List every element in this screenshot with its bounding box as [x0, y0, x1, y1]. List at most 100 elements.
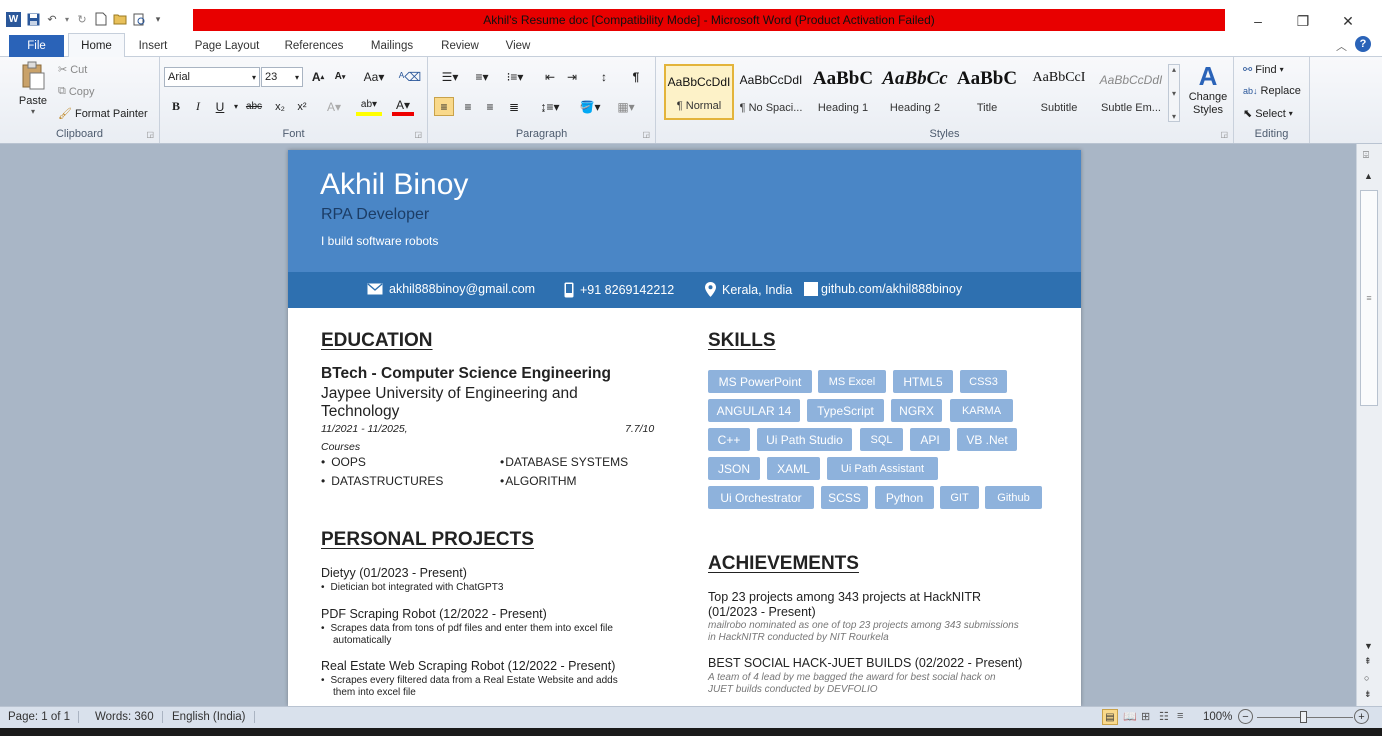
format-painter-button[interactable]: 🖌 Format Painter	[58, 107, 148, 121]
decrease-indent-icon[interactable]: ⇤	[540, 67, 560, 86]
underline-dropdown-icon[interactable]: ▾	[226, 97, 246, 116]
find-button[interactable]: ⚯ Find ▾	[1243, 63, 1284, 77]
sort-icon[interactable]: ↕	[594, 67, 614, 86]
styles-dialog-launcher-icon[interactable]: ◲	[1220, 130, 1228, 139]
style-no-spacing[interactable]: AaBbCcDdI ¶ No Spaci...	[736, 64, 806, 120]
font-name-select[interactable]: Arial ▾	[164, 67, 260, 87]
scroll-up-icon[interactable]: ▲	[1364, 171, 1373, 181]
page-count[interactable]: Page: 1 of 1	[8, 711, 80, 723]
outline-view-icon[interactable]: ☷	[1159, 710, 1169, 723]
draft-view-icon[interactable]: ≡	[1177, 710, 1183, 722]
tab-mailings[interactable]: Mailings	[362, 35, 422, 57]
superscript-button[interactable]: x²	[292, 97, 312, 116]
cut-button[interactable]: ✂ Cut	[58, 63, 87, 77]
select-button[interactable]: ⬉ Select ▾	[1243, 107, 1293, 121]
font-dialog-launcher-icon[interactable]: ◲	[414, 130, 422, 139]
font-color-icon[interactable]: A▾	[392, 97, 414, 116]
change-styles-button[interactable]: A Change Styles	[1184, 61, 1232, 125]
clear-formatting-icon[interactable]: ᴬ⌫	[399, 67, 421, 86]
help-icon[interactable]: ?	[1355, 36, 1371, 52]
web-layout-view-icon[interactable]: ⊞	[1141, 710, 1150, 723]
envelope-icon	[367, 283, 383, 295]
subscript-button[interactable]: x₂	[270, 97, 290, 116]
contact-email[interactable]: akhil888binoy@gmail.com	[367, 282, 535, 296]
project-bullet: • Dietician bot integrated with ChatGPT3	[321, 582, 504, 593]
minimize-button[interactable]: –	[1238, 12, 1278, 30]
line-spacing-icon[interactable]: ↨≡▾	[536, 97, 564, 116]
contact-github[interactable]: github.com/akhil888binoy	[804, 282, 962, 296]
align-center-icon[interactable]: ≡	[458, 97, 478, 116]
scroll-down-icon[interactable]: ▼	[1364, 641, 1373, 651]
paragraph-dialog-launcher-icon[interactable]: ◲	[642, 130, 650, 139]
zoom-slider-thumb[interactable]	[1300, 711, 1307, 723]
dialog-launcher-icon[interactable]: ◲	[146, 130, 154, 139]
word-app-icon[interactable]: W	[6, 11, 21, 27]
scroll-thumb[interactable]: ≡	[1360, 190, 1378, 406]
style-subtle-emphasis[interactable]: AaBbCcDdI Subtle Em...	[1096, 64, 1166, 120]
text-effects-icon[interactable]: A▾	[324, 97, 344, 116]
shrink-font-icon[interactable]: A ▾	[330, 67, 350, 86]
print-layout-view-icon[interactable]: ▤	[1102, 709, 1118, 725]
minimize-ribbon-icon[interactable]: ︿	[1336, 38, 1347, 54]
bullets-icon[interactable]: ☰▾	[436, 67, 464, 86]
ruler-toggle-icon[interactable]: ⌹	[1363, 150, 1369, 161]
save-icon[interactable]	[26, 12, 40, 26]
maximize-button[interactable]: ❐	[1283, 12, 1323, 30]
school-line2: Technology	[321, 403, 400, 420]
achievement-desc-cont: JUET builds conducted by DEVFOLIO	[708, 684, 878, 695]
replace-button[interactable]: ab↓ Replace	[1243, 85, 1301, 97]
style-heading-1[interactable]: AaBbC Heading 1	[808, 64, 878, 120]
style-subtitle[interactable]: AaBbCcI Subtitle	[1024, 64, 1094, 120]
word-count[interactable]: Words: 360	[95, 711, 163, 723]
grow-font-icon[interactable]: A ▴	[308, 67, 328, 86]
style-normal[interactable]: AaBbCcDdI ¶ Normal	[664, 64, 734, 120]
italic-button[interactable]: I	[188, 97, 208, 116]
new-document-icon[interactable]	[94, 12, 108, 26]
previous-page-icon[interactable]: ⇞	[1364, 656, 1372, 667]
undo-icon[interactable]: ↶	[45, 12, 59, 26]
numbering-icon[interactable]: ≡▾	[468, 67, 496, 86]
tab-file[interactable]: File	[9, 35, 64, 57]
select-browse-object-icon[interactable]: ○	[1364, 673, 1369, 683]
multilevel-list-icon[interactable]: ⁝≡▾	[500, 67, 530, 86]
change-case-icon[interactable]: Aa▾	[360, 67, 388, 86]
tab-home[interactable]: Home	[68, 33, 125, 58]
shading-icon[interactable]: 🪣▾	[576, 97, 604, 116]
highlight-color-icon[interactable]: ab▾	[356, 97, 382, 116]
tab-review[interactable]: Review	[432, 35, 488, 57]
document-page[interactable]: Akhil Binoy RPA Developer I build softwa…	[288, 150, 1081, 706]
style-title[interactable]: AaBbC Title	[952, 64, 1022, 120]
tab-insert[interactable]: Insert	[130, 35, 176, 57]
strikethrough-button[interactable]: abc	[244, 97, 264, 116]
show-formatting-marks-icon[interactable]: ¶	[626, 67, 646, 86]
tab-page-layout[interactable]: Page Layout	[188, 35, 266, 57]
skill-chip: KARMA	[950, 399, 1013, 422]
bold-button[interactable]: B	[166, 97, 186, 116]
close-button[interactable]: ✕	[1328, 12, 1368, 30]
redo-icon[interactable]: ↻	[75, 12, 89, 26]
language[interactable]: English (India)	[172, 711, 255, 723]
justify-icon[interactable]: ≣	[504, 97, 524, 116]
font-size-select[interactable]: 23 ▾	[261, 67, 303, 87]
zoom-in-icon[interactable]: +	[1354, 709, 1369, 724]
open-folder-icon[interactable]	[113, 12, 127, 26]
copy-button[interactable]: ⧉ Copy	[58, 85, 95, 98]
increase-indent-icon[interactable]: ⇥	[562, 67, 582, 86]
align-right-icon[interactable]: ≡	[480, 97, 500, 116]
next-page-icon[interactable]: ⇟	[1364, 689, 1372, 700]
contact-phone[interactable]: +91 8269142212	[564, 282, 674, 298]
zoom-out-icon[interactable]: −	[1238, 709, 1253, 724]
align-left-icon[interactable]: ≡	[434, 97, 454, 116]
full-screen-view-icon[interactable]: 📖	[1123, 710, 1137, 723]
tab-view[interactable]: View	[498, 35, 538, 57]
zoom-level[interactable]: 100%	[1203, 711, 1232, 723]
tab-references[interactable]: References	[278, 35, 350, 57]
styles-scroll[interactable]: ▴ ▾ ▾	[1168, 64, 1180, 122]
undo-dropdown-icon[interactable]: ▾	[64, 12, 70, 26]
print-preview-icon[interactable]	[132, 12, 146, 26]
paste-button[interactable]: Paste ▾	[14, 61, 52, 123]
customize-toolbar-icon[interactable]: ▾	[151, 12, 165, 26]
style-heading-2[interactable]: AaBbCc Heading 2	[880, 64, 950, 120]
borders-icon[interactable]: ▦▾	[612, 97, 640, 116]
vertical-scrollbar[interactable]: ⌹ ▲ ≡ ▼ ⇞ ○ ⇟	[1356, 144, 1382, 706]
